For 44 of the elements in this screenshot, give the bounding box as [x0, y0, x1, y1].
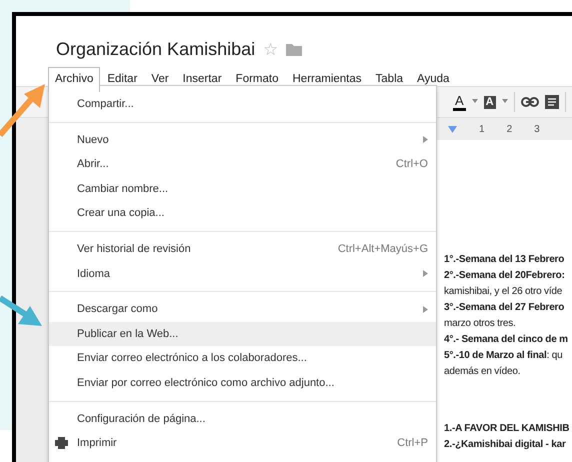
menu-item[interactable]: Publicar en la Web...	[49, 322, 436, 346]
menu-tab[interactable]: Herramientas	[286, 67, 369, 92]
menu-item[interactable]: Imprimir Ctrl+P	[49, 431, 436, 456]
menu-item[interactable]: Enviar correo electrónico a los colaboradores...	[49, 346, 436, 371]
menu-item[interactable]: Abrir... Ctrl+O	[49, 152, 436, 177]
ruler-number: 3	[534, 122, 540, 136]
document-text-line: 4°.- Semana del cinco de m	[444, 333, 569, 347]
printer-icon	[55, 437, 68, 450]
menu-item[interactable]: Ver historial de revisión Ctrl+Alt+Mayús+G	[49, 236, 436, 262]
menu-tab[interactable]: Formato	[228, 67, 286, 92]
document-text-line: kamishibai, y el 26 otro víde	[444, 285, 564, 299]
document-text-line: 3°.-Semana del 27 Febrero	[444, 301, 566, 315]
submenu-arrow-icon	[423, 268, 428, 280]
menu-tab[interactable]: Editar	[100, 67, 144, 92]
ruler-number: 2	[506, 122, 512, 136]
menu-item[interactable]: Configuración de página...	[49, 406, 436, 432]
comment-icon[interactable]	[544, 95, 559, 109]
menu-tab[interactable]: Ver	[144, 67, 176, 92]
highlight-color-button[interactable]: A	[484, 96, 496, 108]
menu-item[interactable]: Cambiar nombre...	[49, 176, 436, 202]
menu-tab[interactable]: Insertar	[176, 67, 229, 92]
text-color-button[interactable]: A	[453, 94, 466, 110]
document-text-line: 1°.-Semana del 13 Febrero	[444, 253, 566, 267]
document-text-line: además en vídeo.	[444, 365, 522, 379]
menu-item[interactable]: Idioma	[49, 262, 436, 286]
menu-item[interactable]: Nuevo	[49, 128, 436, 152]
ruler-number: 1	[479, 122, 485, 136]
document-text-line: 2°.-Semana del 20Febrero:	[444, 269, 566, 283]
folder-icon[interactable]	[286, 43, 302, 56]
document-text-line: 1.-A FAVOR DEL KAMISHIB	[444, 422, 570, 436]
menu-item[interactable]: Descargar como	[49, 297, 436, 322]
submenu-arrow-icon	[423, 303, 428, 316]
document-text-line: 2.-¿Kamishibai digital - kar	[444, 438, 567, 452]
document-text-line: 5°.-10 de Marzo al final: qu	[444, 349, 564, 363]
indent-marker-icon[interactable]	[448, 126, 457, 132]
document-text-line: marzo otros tres.	[444, 317, 517, 331]
menu-tab[interactable]: Tabla	[368, 67, 410, 92]
document-title[interactable]: Organización Kamishibai	[56, 36, 256, 63]
menu-item[interactable]: Enviar por correo electrónico como archivo adjunto...	[49, 370, 436, 396]
link-icon[interactable]	[520, 97, 539, 107]
menu-tab[interactable]: Archivo	[48, 67, 100, 92]
menu-item[interactable]: Compartir...	[49, 92, 436, 117]
menu-item[interactable]: Crear una copia...	[49, 201, 436, 226]
submenu-arrow-icon	[423, 134, 428, 146]
